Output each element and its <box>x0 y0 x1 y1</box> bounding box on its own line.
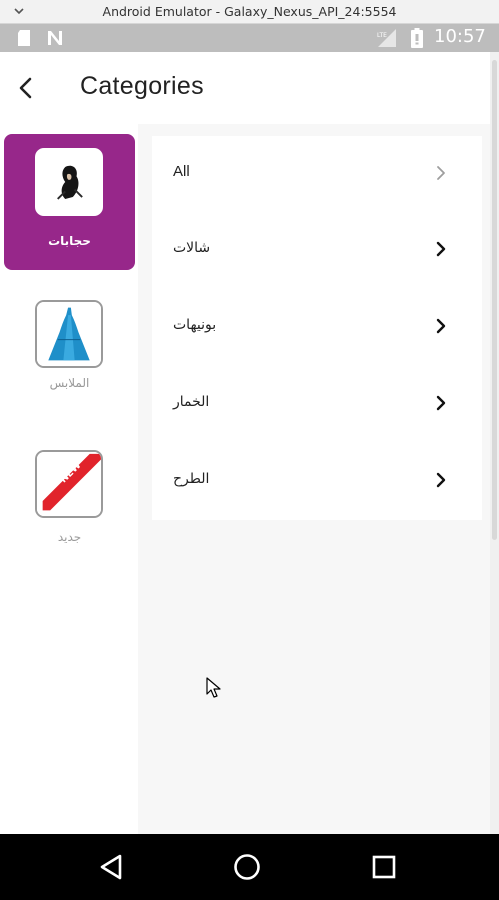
status-bar: LTE 10:57 <box>0 24 499 52</box>
category-label: الملابس <box>49 376 90 390</box>
mouse-cursor-icon <box>206 677 221 698</box>
chevron-right-icon <box>436 395 446 411</box>
back-triangle-icon <box>100 854 122 880</box>
chevron-right-icon <box>436 318 446 334</box>
category-label: جديد <box>57 530 82 544</box>
emulator-title-bar: Android Emulator - Galaxy_Nexus_API_24:5… <box>0 0 499 24</box>
app-toolbar: Categories <box>0 52 499 124</box>
subcategory-label: بونيهات <box>173 317 217 333</box>
subcategory-label: الخمار <box>173 394 210 410</box>
subcategory-label: شالات <box>173 240 211 256</box>
navigation-bar <box>0 834 499 900</box>
emulator-title: Android Emulator - Galaxy_Nexus_API_24:5… <box>102 4 397 19</box>
subcategory-label: All <box>173 163 190 180</box>
chevron-right-icon <box>436 241 446 257</box>
subcategory-panel: All شالات بونيهات الخمار الطرح <box>138 124 499 834</box>
chevron-down-icon[interactable] <box>12 4 26 18</box>
new-ribbon-icon: NEW <box>37 452 101 516</box>
hijab-thumbnail <box>35 148 103 216</box>
nav-recents-button[interactable] <box>365 848 403 886</box>
nav-back-button[interactable] <box>92 848 130 886</box>
chevron-right-icon <box>436 472 446 488</box>
back-button[interactable] <box>6 68 46 108</box>
chevron-right-icon <box>437 166 445 180</box>
new-ribbon-thumbnail: NEW <box>35 450 103 518</box>
category-item-clothes[interactable]: الملابس <box>4 286 135 422</box>
category-item-new[interactable]: NEW جديد <box>4 438 135 574</box>
nav-home-button[interactable] <box>228 848 266 886</box>
svg-text:LTE: LTE <box>377 32 387 39</box>
dress-image-icon <box>37 302 101 366</box>
subcategory-item-khimar[interactable]: الخمار <box>152 366 482 442</box>
home-circle-icon <box>234 854 260 880</box>
dress-thumbnail <box>35 300 103 368</box>
subcategory-item-shawls[interactable]: شالات <box>152 212 482 288</box>
subcategory-list: All شالات بونيهات الخمار الطرح <box>152 136 482 520</box>
sd-card-icon <box>18 30 30 46</box>
subcategory-item-bonnets[interactable]: بونيهات <box>152 289 482 365</box>
category-label: حجابات <box>48 234 91 248</box>
category-item-hijabs[interactable]: حجابات <box>4 134 135 270</box>
hijab-image-icon <box>37 150 101 214</box>
scrollbar-thumb[interactable] <box>492 60 497 540</box>
category-rail: حجابات الملابس NEW جديد <box>0 124 138 834</box>
n-notification-icon <box>48 31 62 45</box>
recents-square-icon <box>372 855 396 879</box>
page-title: Categories <box>80 72 204 100</box>
subcategory-item-all[interactable]: All <box>152 136 482 212</box>
battery-icon <box>411 28 423 48</box>
subcategory-item-scarves[interactable]: الطرح <box>152 443 482 519</box>
status-clock: 10:57 <box>434 26 486 47</box>
lte-signal-icon: LTE <box>377 29 396 47</box>
subcategory-label: الطرح <box>173 471 210 487</box>
chevron-left-icon <box>19 77 32 99</box>
